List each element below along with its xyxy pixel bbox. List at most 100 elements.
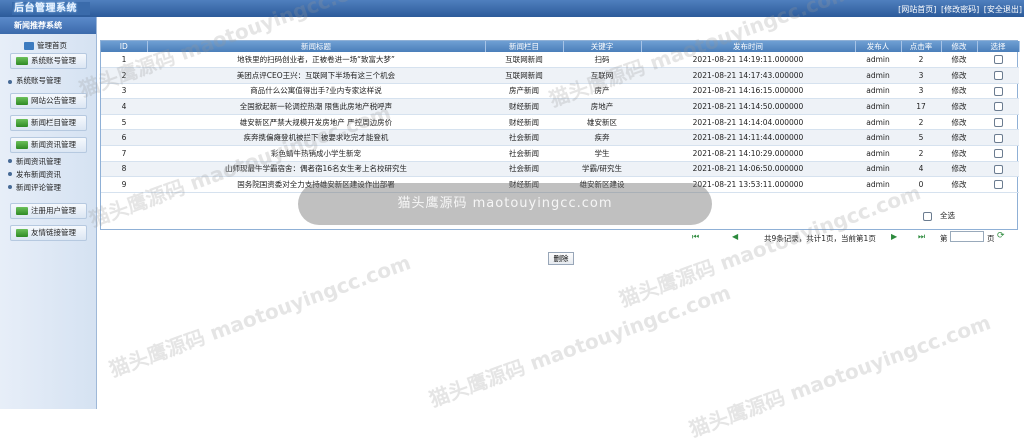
table-row: 1 地铁里的扫码创业者，正被卷进一场“致富大梦” 互联网新闻 扫码 2021-08-21…	[101, 52, 1019, 69]
col-id: ID	[101, 41, 148, 52]
select-all[interactable]: 全选	[922, 210, 955, 221]
cell-title: 地铁里的扫码创业者，正被卷进一场“致富大梦”	[147, 52, 485, 69]
cell-time: 2021-08-21 14:10:29.000000	[641, 145, 855, 162]
cell-keyword: 互联网	[563, 67, 641, 84]
logout-link[interactable]: [安全退出]	[984, 5, 1022, 14]
delete-button[interactable]: 删除	[548, 252, 574, 265]
row-checkbox[interactable]	[993, 55, 1003, 65]
cell-time: 2021-08-21 14:14:50.000000	[641, 98, 855, 115]
admin-logo: 后台管理系统	[12, 2, 90, 15]
edit-link[interactable]: 修改	[941, 98, 977, 115]
folder-icon	[16, 119, 28, 127]
row-checkbox[interactable]	[993, 86, 1003, 96]
edit-link[interactable]: 修改	[941, 114, 977, 131]
edit-link[interactable]: 修改	[941, 145, 977, 162]
cell-title: 疾奔携偏瘫登机被拦下 被要求吃完才能登机	[147, 129, 485, 147]
cell-author: admin	[855, 98, 901, 115]
table-row: 2 美团点评CEO王兴：互联网下半场有这三个机会 互联网新闻 互联网 2021-08-2…	[101, 67, 1019, 84]
row-checkbox[interactable]	[993, 149, 1003, 159]
cell-keyword: 房地产	[563, 98, 641, 115]
cell-clicks: 3	[901, 67, 941, 84]
table-row: 5 雄安新区严禁大规模开发房地产 严控周边房价 财经新闻 雄安新区 2021-08-21…	[101, 114, 1019, 131]
cell-column: 互联网新闻	[485, 52, 563, 69]
watermark-toast: 猫头鹰源码 maotouyingcc.com	[298, 183, 712, 225]
cell-select	[977, 176, 1019, 193]
prev-page-icon[interactable]: ◀	[732, 232, 738, 241]
cell-author: admin	[855, 161, 901, 178]
cell-clicks: 4	[901, 161, 941, 178]
sidebar-item-notice[interactable]: 网站公告管理	[10, 93, 87, 109]
last-page-icon[interactable]: ⏭	[918, 232, 925, 242]
col-author: 发布人	[855, 41, 902, 52]
col-title: 新闻标题	[147, 41, 486, 52]
col-column: 新闻栏目	[485, 41, 564, 52]
row-checkbox[interactable]	[993, 102, 1003, 112]
cell-id: 3	[101, 83, 147, 100]
sidebar-item-account[interactable]: 系统账号管理	[10, 53, 87, 69]
cell-keyword: 雄安新区	[563, 114, 641, 131]
go-icon[interactable]: ⟳	[997, 231, 1005, 241]
goto-suffix: 页	[987, 234, 995, 243]
cell-keyword: 学生	[563, 145, 641, 162]
folder-icon	[16, 97, 28, 105]
cell-clicks: 0	[901, 176, 941, 193]
cell-author: admin	[855, 67, 901, 84]
sidebar-item-home[interactable]: 管理首页	[24, 39, 67, 53]
sidebar-item-users[interactable]: 注册用户管理	[10, 203, 87, 219]
edit-link[interactable]: 修改	[941, 67, 977, 84]
cell-column: 社会新闻	[485, 129, 563, 147]
sidebar-sub-comments[interactable]: 新闻评论管理	[16, 182, 61, 193]
select-all-checkbox[interactable]	[922, 211, 932, 221]
cell-clicks: 2	[901, 114, 941, 131]
cell-title: 彩色蜻牛热销成小学生新宠	[147, 145, 485, 162]
site-home-link[interactable]: [网站首页]	[898, 5, 936, 14]
sidebar-item-links[interactable]: 友情链接管理	[10, 225, 87, 241]
col-time: 发布时间	[641, 41, 856, 52]
sidebar-item-news[interactable]: 新闻资讯管理	[10, 137, 87, 153]
edit-link[interactable]: 修改	[941, 52, 977, 69]
cell-clicks: 3	[901, 83, 941, 100]
goto-prefix: 第	[940, 234, 948, 243]
cell-time: 2021-08-21 14:17:43.000000	[641, 67, 855, 84]
row-checkbox[interactable]	[993, 117, 1003, 127]
pagination: ⏮ ◀ 共9条记录，共计1页，当前第1页 ▶ ⏭ 第 页 ⟳	[692, 231, 1022, 243]
cell-select	[977, 83, 1019, 100]
cell-id: 7	[101, 145, 147, 162]
bullet-icon	[8, 80, 12, 84]
cell-column: 社会新闻	[485, 145, 563, 162]
folder-icon	[16, 57, 28, 65]
home-icon	[24, 42, 34, 50]
watermark-text: 猫头鹰源码 maotouyingcc.com	[106, 250, 414, 382]
cell-id: 4	[101, 98, 147, 115]
row-checkbox[interactable]	[993, 164, 1003, 174]
goto-page-input[interactable]	[950, 231, 984, 242]
top-links: [网站首页] [修改密码] [安全退出]	[896, 4, 1022, 15]
folder-icon	[16, 141, 28, 149]
row-checkbox[interactable]	[993, 71, 1003, 81]
sidebar-sub-news-publish[interactable]: 发布新闻资讯	[16, 169, 61, 180]
change-password-link[interactable]: [修改密码]	[941, 5, 979, 14]
watermark-text: 猫头鹰源码 maotouyingcc.com	[686, 310, 994, 442]
cell-select	[977, 161, 1019, 178]
edit-link[interactable]: 修改	[941, 176, 977, 193]
bullet-icon	[8, 159, 12, 163]
next-page-icon[interactable]: ▶	[891, 232, 897, 241]
sidebar-item-column[interactable]: 新闻栏目管理	[10, 115, 87, 131]
sidebar-sub-account[interactable]: 系统账号管理	[16, 75, 61, 86]
sidebar: 新闻推荐系统 管理首页 系统账号管理 系统账号管理 网站公告管理 新闻栏目管理 …	[0, 17, 97, 409]
table-row: 8 山师现最牛学霸宿舍：偶者宿16名女生考上名校研究生 社会新闻 学霸/研究生 2021…	[101, 161, 1019, 178]
cell-author: admin	[855, 129, 901, 147]
sidebar-sub-news-manage[interactable]: 新闻资讯管理	[16, 156, 61, 167]
cell-column: 互联网新闻	[485, 67, 563, 84]
cell-select	[977, 114, 1019, 131]
cell-title: 美团点评CEO王兴：互联网下半场有这三个机会	[147, 67, 485, 84]
edit-link[interactable]: 修改	[941, 161, 977, 178]
row-checkbox[interactable]	[993, 180, 1003, 190]
first-page-icon[interactable]: ⏮	[692, 232, 699, 242]
edit-link[interactable]: 修改	[941, 129, 977, 147]
cell-clicks: 5	[901, 129, 941, 147]
table-row: 7 彩色蜻牛热销成小学生新宠 社会新闻 学生 2021-08-21 14:10:29.0…	[101, 145, 1019, 162]
edit-link[interactable]: 修改	[941, 83, 977, 100]
cell-id: 9	[101, 176, 147, 193]
row-checkbox[interactable]	[993, 133, 1003, 143]
